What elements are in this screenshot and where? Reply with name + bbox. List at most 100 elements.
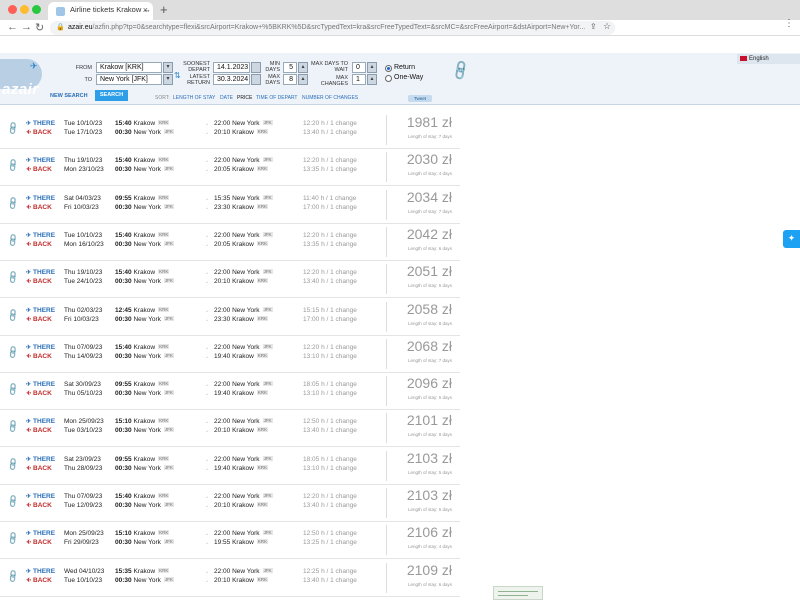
sort-length-of-stay[interactable]: LENGTH OF STAY — [173, 95, 215, 101]
reload-icon[interactable]: ↻ — [35, 21, 44, 34]
menu-kebab-icon[interactable]: ⋮ — [784, 18, 794, 29]
link-icon[interactable]: 🔗 — [6, 158, 22, 174]
result-row[interactable]: 🔗 ✈ THERE ✈ BACK Thu 19/10/23 Mon 23/10/23 15:4… — [0, 149, 460, 187]
share-icon[interactable]: ⇪ — [590, 22, 597, 31]
result-row[interactable]: 🔗 ✈ THERE ✈ BACK Tue 10/10/23 Mon 16/10/23 15:4… — [0, 224, 460, 261]
return-departure: 00:30 New York JFK — [115, 240, 174, 248]
price[interactable]: 2051 zł — [390, 263, 452, 279]
price[interactable]: 2101 zł — [390, 412, 452, 428]
plane-out-icon: ✈ — [26, 232, 32, 239]
length-of-stay: Length of stay: 5 days — [407, 507, 452, 512]
latest-return-input[interactable]: 30.3.2024 — [213, 74, 250, 85]
link-icon[interactable]: 🔗 — [6, 233, 22, 249]
result-row[interactable]: 🔗 ✈ THERE ✈ BACK Wed 04/10/23 Tue 10/10/23 15:3… — [0, 560, 460, 597]
max-wait-stepper[interactable]: ▴ — [367, 62, 377, 73]
link-icon[interactable]: 🔗 — [6, 382, 22, 398]
max-wait-input[interactable]: 0 — [352, 62, 366, 73]
min-days-stepper[interactable]: ▴ — [298, 62, 308, 73]
sort-number-of-changes[interactable]: NUMBER OF CHANGES — [302, 95, 358, 101]
calendar-icon[interactable] — [251, 62, 261, 73]
one-way-radio[interactable] — [385, 75, 392, 82]
to-input[interactable]: New York [JFK] — [96, 74, 162, 85]
price[interactable]: 2103 zł — [390, 487, 452, 503]
sort-date[interactable]: DATE — [220, 95, 233, 101]
return-arrival: 20:05 Krakow KRK — [214, 240, 269, 248]
link-icon[interactable]: 🔗 — [6, 456, 22, 472]
there-label: ✈ THERE — [26, 194, 56, 202]
bookmark-star-icon[interactable]: ☆ — [603, 21, 611, 32]
url-host: azair.eu — [68, 24, 93, 31]
sort-price[interactable]: PRICE — [237, 95, 252, 101]
max-days-stepper[interactable]: ▴ — [298, 74, 308, 85]
price[interactable]: 2103 zł — [390, 450, 452, 466]
minimize-window-button[interactable] — [20, 5, 29, 14]
result-row[interactable]: 🔗 ✈ THERE ✈ BACK Tue 10/10/23 Tue 17/10/23 15:4… — [0, 112, 460, 149]
price[interactable]: 2034 zł — [390, 189, 452, 205]
result-row[interactable]: 🔗 ✈ THERE ✈ BACK Sat 30/09/23 Thu 05/10/23 09:5… — [0, 373, 460, 411]
close-window-button[interactable] — [8, 5, 17, 14]
link-icon[interactable]: 🔗 — [6, 531, 22, 547]
price[interactable]: 2058 zł — [390, 301, 452, 317]
plane-back-icon: ✈ — [26, 428, 32, 435]
outbound-duration: 12:25 h / 1 change — [303, 567, 357, 575]
link-icon[interactable]: 🔗 — [6, 121, 22, 137]
calendar-icon[interactable] — [251, 74, 261, 85]
outbound-date: Sat 23/09/23 — [64, 455, 101, 463]
divider — [386, 152, 387, 183]
link-icon[interactable]: 🔗 — [6, 568, 22, 584]
result-row[interactable]: 🔗 ✈ THERE ✈ BACK Sat 04/03/23 Fri 10/03/23 09:5… — [0, 187, 460, 224]
result-row[interactable]: 🔗 ✈ THERE ✈ BACK Thu 19/10/23 Tue 24/10/23 15:4… — [0, 261, 460, 299]
ad-thumbnail[interactable] — [493, 586, 543, 600]
site-logo[interactable]: azair — [2, 81, 39, 98]
arrow-icon: → — [204, 204, 209, 211]
result-row[interactable]: 🔗 ✈ THERE ✈ BACK Sat 23/09/23 Thu 28/09/23 09:5… — [0, 448, 460, 485]
link-icon[interactable]: 🔗 — [6, 419, 22, 435]
result-row[interactable]: 🔗 ✈ THERE ✈ BACK Mon 25/09/23 Tue 03/10/23 15:1… — [0, 410, 460, 448]
outbound-duration: 12:20 h / 1 change — [303, 231, 357, 239]
price[interactable]: 2068 zł — [390, 338, 452, 354]
price[interactable]: 2096 zł — [390, 375, 452, 391]
link-icon[interactable]: 🔗 — [6, 344, 22, 360]
new-search-link[interactable]: NEW SEARCH — [50, 93, 88, 99]
max-days-input[interactable]: 8 — [283, 74, 297, 85]
result-row[interactable]: 🔗 ✈ THERE ✈ BACK Thu 07/09/23 Tue 12/09/23 15:4… — [0, 485, 460, 522]
back-icon[interactable]: ← — [7, 21, 18, 33]
to-list-button[interactable]: ▾ — [163, 74, 173, 85]
price[interactable]: 2042 zł — [390, 226, 452, 242]
length-of-stay: Length of stay: 5 days — [407, 395, 452, 401]
max-changes-input[interactable]: 1 — [352, 74, 366, 85]
link-icon[interactable]: 🔗 — [6, 307, 22, 323]
language-label: English — [749, 56, 769, 62]
search-button[interactable]: SEARCH — [95, 90, 128, 101]
back-label: ✈ BACK — [26, 166, 52, 174]
link-icon[interactable]: 🔗 — [6, 195, 22, 211]
return-radio[interactable] — [385, 65, 392, 72]
price[interactable]: 1981 zł — [390, 114, 452, 130]
result-row[interactable]: 🔗 ✈ THERE ✈ BACK Thu 07/09/23 Thu 14/09/23 15:4… — [0, 336, 460, 373]
soonest-depart-input[interactable]: 14.1.2023 — [213, 62, 250, 73]
language-selector[interactable]: English — [737, 54, 800, 64]
link-icon[interactable]: 🔗 — [6, 270, 22, 286]
link-icon[interactable]: 🔗 — [6, 494, 22, 510]
price[interactable]: 2109 zł — [390, 562, 452, 578]
outbound-arrival: 22:00 New York JFK — [214, 493, 273, 500]
price[interactable]: 2106 zł — [390, 524, 452, 540]
maximize-window-button[interactable] — [32, 5, 41, 14]
price[interactable]: 2030 zł — [390, 151, 452, 167]
forward-icon[interactable]: → — [21, 21, 32, 33]
url-path: /azfin.php?tp=0&searchtype=flexi&srcAirp… — [92, 24, 586, 31]
result-row[interactable]: 🔗 ✈ THERE ✈ BACK Thu 02/03/23 Fri 10/03/23 12:4… — [0, 299, 460, 336]
max-changes-stepper[interactable]: ▴ — [367, 74, 377, 85]
tweet-button[interactable]: Tweet — [408, 95, 432, 102]
min-days-input[interactable]: 5 — [283, 62, 297, 73]
address-bar[interactable]: 🔒 azair.eu/azfin.php?tp=0&searchtype=fle… — [50, 21, 615, 35]
sort-time-of-depart[interactable]: TIME OF DEPART — [256, 95, 297, 101]
new-tab-icon[interactable]: + — [160, 2, 168, 17]
from-input[interactable]: Krakow [KRK] — [96, 62, 162, 73]
there-label: ✈ THERE — [26, 455, 56, 463]
twitter-share-button[interactable]: ✦ — [783, 230, 800, 248]
from-list-button[interactable]: ▾ — [163, 62, 173, 73]
tab-close-icon[interactable]: × — [143, 5, 148, 15]
browser-tab[interactable]: Airline tickets Krakow ↔ New Y × — [48, 2, 153, 20]
result-row[interactable]: 🔗 ✈ THERE ✈ BACK Mon 25/09/23 Fri 29/09/23 15:1… — [0, 522, 460, 560]
